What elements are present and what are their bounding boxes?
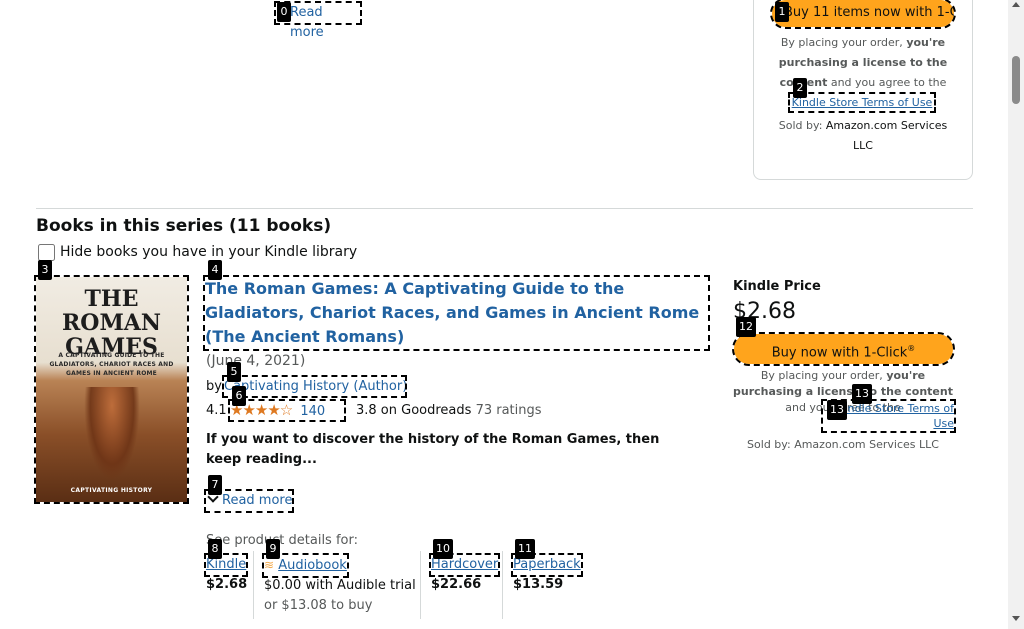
tag-1: 1 — [775, 2, 789, 22]
scroll-thumb[interactable] — [1012, 56, 1020, 104]
faded-previous-text: · · · · · · · · · · · · · · · — [395, 0, 685, 4]
format-hardcover: Hardcover $22.66 — [428, 553, 501, 595]
format-paperback: Paperback $13.59 — [511, 553, 583, 595]
format-audiobook-price: $0.00 with Audible trial — [264, 578, 416, 593]
series-kindle-terms-link[interactable]: Kindle Store Terms of Use — [788, 92, 936, 113]
sold-by-label: Sold by: — [778, 119, 823, 132]
tag-9: 9 — [266, 539, 280, 559]
hide-owned-checkbox[interactable] — [38, 244, 55, 261]
cover-title: THE ROMAN GAMES — [62, 286, 161, 360]
tag-4: 4 — [208, 260, 222, 280]
tag-13-b: 13 — [827, 400, 847, 420]
top-read-more-label: Read more — [290, 5, 324, 40]
cover-brand: CAPTIVATING HISTORY — [70, 487, 153, 494]
tag-5: 5 — [227, 362, 241, 382]
format-audiobook: ≋ Audiobook $0.00 with Audible trial or … — [262, 553, 416, 616]
tag-8: 8 — [208, 539, 222, 559]
buy-all-button[interactable]: Buy 11 items now with 1-Click — [770, 0, 956, 29]
format-kindle: Kindle $2.68 — [203, 553, 249, 595]
book-sold-by: Sold by: Amazon.com Services LLC — [747, 438, 939, 451]
format-audiobook-label: Audiobook — [278, 558, 347, 573]
tag-2: 2 — [793, 78, 807, 98]
by-label: by — [206, 379, 222, 394]
publish-date: (June 4, 2021) — [206, 353, 306, 369]
tag-11: 11 — [515, 539, 535, 559]
tag-3: 3 — [38, 260, 52, 280]
buy-now-button[interactable]: Buy now with 1-Click® — [732, 332, 955, 366]
hide-owned-label: Hide books you have in your Kindle libra… — [60, 244, 358, 260]
format-separator — [420, 551, 421, 619]
tag-13: 13 — [852, 384, 872, 404]
format-kindle-price: $2.68 — [206, 577, 248, 592]
star-rating-link[interactable]: ★★★★☆ 140 — [228, 399, 346, 422]
tag-10: 10 — [433, 539, 453, 559]
book-cover-image[interactable]: THE ROMAN GAMES A CAPTIVATING GUIDE TO T… — [34, 275, 189, 504]
license-pre: By placing your order, — [780, 36, 903, 49]
tag-12: 12 — [736, 317, 756, 337]
series-kindle-terms-label: Kindle Store Terms of Use — [791, 96, 933, 109]
registered-mark: ® — [907, 344, 916, 353]
license-pre: By placing your order, — [760, 369, 883, 382]
rating-value: 4.1 — [206, 403, 227, 418]
cover-subtitle: A CAPTIVATING GUIDE TO THE GLADIATORS, C… — [49, 352, 174, 377]
cover-gladiator-figure — [84, 387, 140, 481]
goodreads-rating: 3.8 on Goodreads 73 ratings — [356, 401, 542, 420]
book-kindle-terms-label: Kindle Store Terms of Use — [837, 402, 954, 430]
section-divider — [36, 208, 973, 209]
scroll-up-arrow-icon[interactable] — [1012, 2, 1020, 7]
series-heading: Books in this series (11 books) — [36, 216, 332, 236]
tag-7: 7 — [208, 475, 222, 495]
format-separator — [502, 551, 503, 619]
buy-now-label: Buy now with 1-Click — [771, 345, 908, 361]
sold-by-value: Amazon.com Services LLC — [825, 119, 948, 152]
page-scrollbar[interactable] — [1008, 0, 1024, 629]
tag-0: 0 — [277, 2, 291, 22]
format-hardcover-price: $22.66 — [431, 577, 482, 592]
audible-icon: ≋ — [264, 558, 275, 572]
goodreads-count: 73 ratings — [475, 403, 542, 418]
format-separator — [253, 551, 254, 619]
goodreads-score: 3.8 on Goodreads — [356, 403, 472, 418]
formats-label: See product details for: — [206, 533, 358, 548]
book-title-link[interactable]: The Roman Games: A Captivating Guide to … — [203, 275, 710, 351]
book-description: If you want to discover the history of t… — [206, 432, 660, 467]
book-read-more-label: Read more — [222, 493, 293, 508]
author-link[interactable]: Captivating History (Author) — [222, 375, 408, 398]
format-audiobook-buy-price: or $13.08 to buy — [264, 598, 373, 613]
buy-all-label: Buy 11 items now with 1-Click — [784, 5, 954, 20]
kindle-price-label: Kindle Price — [733, 279, 821, 294]
book-title-label: The Roman Games: A Captivating Guide to … — [205, 279, 700, 346]
rating-count: 140 — [300, 404, 326, 419]
author-label: Captivating History (Author) — [224, 379, 408, 394]
series-sold-by: Sold by: Amazon.com Services LLC — [770, 116, 956, 156]
format-paperback-price: $13.59 — [513, 577, 564, 592]
tag-6: 6 — [232, 386, 246, 406]
license-post: and you agree to the — [830, 76, 947, 89]
scroll-down-arrow-icon[interactable] — [1012, 616, 1020, 621]
